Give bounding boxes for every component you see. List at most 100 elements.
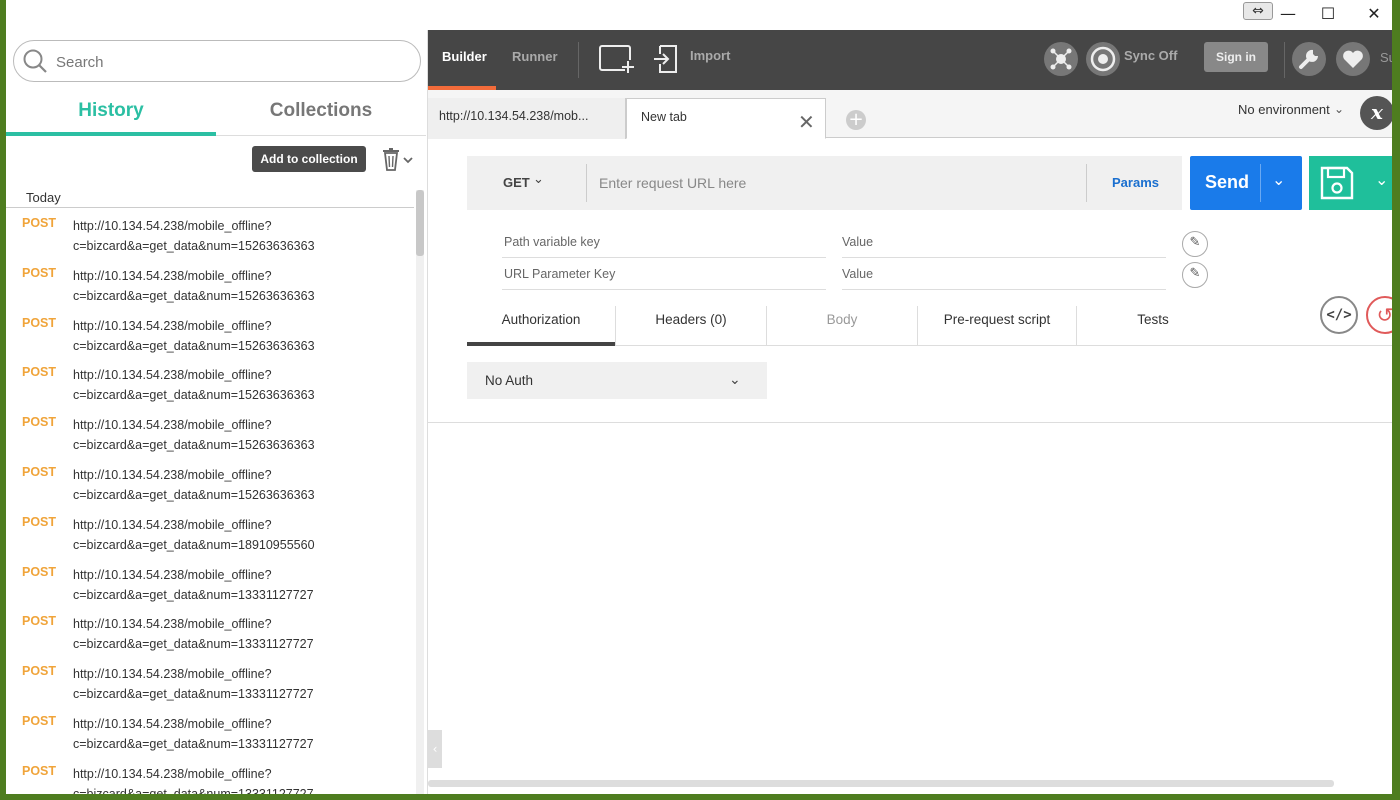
sidebar-scroll-thumb[interactable] <box>416 190 424 256</box>
url-divider <box>586 164 587 202</box>
request-tab-1[interactable]: http://10.134.54.238/mob... <box>428 98 626 139</box>
send-button[interactable]: Send ⌄ <box>1190 156 1302 210</box>
history-item-method: POST <box>22 216 57 230</box>
support-label[interactable]: Sup <box>1380 50 1392 65</box>
save-button[interactable]: ⌄ <box>1309 156 1392 210</box>
environment-select[interactable]: No environment <box>1238 102 1330 117</box>
request-url-bar: GET ⌄ Params <box>467 156 1182 210</box>
search-icon <box>23 49 47 73</box>
tab-history[interactable]: History <box>6 92 216 136</box>
pencil-icon[interactable]: ✎ <box>1182 231 1208 257</box>
code-icon[interactable]: </> <box>1320 296 1358 334</box>
history-item[interactable]: POST http://10.134.54.238/mobile_offline?… <box>6 210 414 260</box>
save-icon <box>1320 166 1354 200</box>
history-item[interactable]: POST http://10.134.54.238/mobile_offline?… <box>6 758 414 794</box>
history-item-method: POST <box>22 365 57 380</box>
path-variable-value-field[interactable]: Value <box>842 230 1166 258</box>
add-to-collection-button[interactable]: Add to collection <box>252 146 366 172</box>
tab-collections[interactable]: Collections <box>216 92 426 136</box>
search-box[interactable] <box>13 40 421 82</box>
history-item-url: http://10.134.54.238/mobile_offline? c=bi… <box>73 219 315 253</box>
trash-icon[interactable] <box>380 148 416 172</box>
response-divider <box>428 422 1392 423</box>
history-item[interactable]: POST http://10.134.54.238/mobile_offline?… <box>6 359 414 409</box>
chevron-down-icon: ⌄ <box>729 372 741 388</box>
history-item-url: http://10.134.54.238/mobile_offline? c=bi… <box>73 517 315 552</box>
interceptor-icon[interactable] <box>1044 42 1078 76</box>
history-item-method: POST <box>22 763 57 778</box>
request-subtabs: Authorization Headers (0) Body Pre-reque… <box>467 306 1392 346</box>
chevron-down-icon[interactable]: ⌄ <box>533 172 544 187</box>
horizontal-scrollbar[interactable] <box>428 780 1334 787</box>
request-tabs-bar: http://10.134.54.238/mob... New tab ✕ + … <box>428 90 1392 139</box>
history-item[interactable]: POST http://10.134.54.238/mobile_offline?… <box>6 260 414 310</box>
history-item[interactable]: POST http://10.134.54.238/mobile_offline?… <box>6 509 414 559</box>
tab-runner[interactable]: Runner <box>512 30 558 90</box>
path-variable-key-field[interactable]: Path variable key <box>502 230 826 258</box>
sidebar-scrollbar[interactable] <box>416 190 424 794</box>
collapse-sidebar-icon[interactable]: ‹ <box>428 730 442 768</box>
method-select[interactable]: GET <box>503 175 530 190</box>
url-input[interactable] <box>599 171 1079 195</box>
history-item-url: http://10.134.54.238/mobile_offline? c=bi… <box>73 318 315 353</box>
history-item[interactable]: POST http://10.134.54.238/mobile_offline?… <box>6 608 414 658</box>
new-window-icon[interactable] <box>598 44 636 74</box>
chevron-down-icon[interactable]: ⌄ <box>1272 170 1285 189</box>
top-toolbar: Builder Runner Import Sync Off Sign in S… <box>428 30 1392 90</box>
history-item-method: POST <box>22 664 57 679</box>
history-list: POST http://10.134.54.238/mobile_offline?… <box>6 210 414 794</box>
url-parameter-value-field[interactable]: Value <box>842 262 1166 290</box>
auth-type-label: No Auth <box>485 373 534 388</box>
url-divider <box>1086 164 1087 202</box>
history-item-method: POST <box>22 265 57 280</box>
url-parameter-key-field[interactable]: URL Parameter Key <box>502 262 826 290</box>
history-item[interactable]: POST http://10.134.54.238/mobile_offline?… <box>6 658 414 708</box>
app-window: ⇔ — ☐ ✕ History Collections Add to colle… <box>0 0 1400 800</box>
environment-quicklook-icon[interactable]: x <box>1360 96 1392 130</box>
send-label: Send <box>1205 172 1250 192</box>
add-tab-icon[interactable]: + <box>846 110 866 130</box>
history-item-method: POST <box>22 614 57 629</box>
pencil-icon[interactable]: ✎ <box>1182 262 1208 288</box>
auth-type-select[interactable]: No Auth ⌄ <box>467 362 767 399</box>
chevron-down-icon[interactable]: ⌄ <box>1375 170 1388 189</box>
import-icon[interactable] <box>652 44 680 74</box>
history-item-method: POST <box>22 315 57 330</box>
tab-builder[interactable]: Builder <box>428 30 496 90</box>
tab-body[interactable]: Body <box>767 306 917 346</box>
sync-icon[interactable] <box>1086 42 1120 76</box>
minimize-button[interactable]: — <box>1270 2 1306 26</box>
tab-headers[interactable]: Headers (0) <box>616 306 766 346</box>
history-item-method: POST <box>22 713 57 728</box>
history-item[interactable]: POST http://10.134.54.238/mobile_offline?… <box>6 459 414 509</box>
sidebar: History Collections Add to collection To… <box>6 30 428 794</box>
maximize-button[interactable]: ☐ <box>1310 2 1346 26</box>
path-variable-row: Path variable key Value <box>502 230 1166 260</box>
heart-icon[interactable] <box>1336 42 1370 76</box>
history-group-today: Today <box>6 188 414 208</box>
tab-authorization[interactable]: Authorization <box>467 306 615 346</box>
history-item-url: http://10.134.54.238/mobile_offline? c=bi… <box>73 716 314 751</box>
send-divider <box>1260 164 1261 202</box>
history-item[interactable]: POST http://10.134.54.238/mobile_offline?… <box>6 708 414 758</box>
params-button[interactable]: Params <box>1112 175 1159 190</box>
history-item-method: POST <box>22 514 57 529</box>
request-tab-2[interactable]: New tab <box>626 98 826 139</box>
close-tab-icon[interactable]: ✕ <box>798 110 815 134</box>
close-window-button[interactable]: ✕ <box>1356 2 1392 26</box>
chevron-down-icon[interactable]: ⌄ <box>1334 102 1344 116</box>
history-item[interactable]: POST http://10.134.54.238/mobile_offline?… <box>6 559 414 609</box>
sync-status: Sync Off <box>1124 48 1178 63</box>
history-item-url: http://10.134.54.238/mobile_offline? c=bi… <box>73 567 314 602</box>
tab-pre-request-script[interactable]: Pre-request script <box>918 306 1076 346</box>
resize-icon[interactable]: ⇔ <box>1243 2 1273 20</box>
search-input[interactable] <box>56 50 396 74</box>
import-button[interactable]: Import <box>690 48 730 63</box>
sign-in-button[interactable]: Sign in <box>1204 42 1268 72</box>
reset-icon[interactable]: ↺ <box>1366 296 1392 334</box>
history-item-url: http://10.134.54.238/mobile_offline? c=bi… <box>73 667 314 702</box>
tab-tests[interactable]: Tests <box>1077 306 1229 346</box>
history-item[interactable]: POST http://10.134.54.238/mobile_offline?… <box>6 409 414 459</box>
wrench-icon[interactable] <box>1292 42 1326 76</box>
history-item[interactable]: POST http://10.134.54.238/mobile_offline?… <box>6 310 414 360</box>
